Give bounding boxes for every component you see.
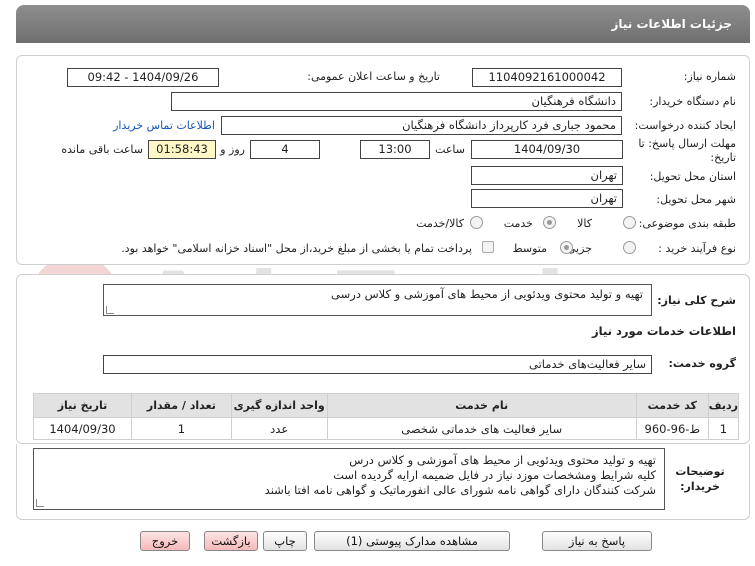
city-label: شهر محل تحویل:: [656, 193, 736, 206]
cell-row-number: 1: [707, 417, 740, 440]
category-radio-goods[interactable]: [623, 216, 636, 229]
exit-button[interactable]: خروج: [140, 531, 190, 551]
need-number-label: شماره نیاز:: [683, 70, 736, 83]
attachments-button[interactable]: مشاهده مدارک پیوستی (1): [314, 531, 510, 551]
category-option-goods: کالا: [577, 217, 592, 230]
buyer-org-label: نام دستگاه خریدار:: [649, 95, 736, 108]
deadline-label: مهلت ارسال پاسخ: تا تاریخ:: [638, 137, 736, 164]
announce-date-field: 1404/09/26 - 09:42: [67, 68, 219, 87]
col-header-need-date: تاریخ نیاز: [33, 393, 132, 418]
col-header-quantity: تعداد / مقدار: [130, 393, 232, 418]
summary-textarea: تهیه و تولید محتوی ویدئویی از محیط های آ…: [103, 284, 652, 316]
process-option-medium: متوسط: [512, 242, 547, 255]
category-radio-goods-service[interactable]: [470, 216, 483, 229]
category-option-service: خدمت: [503, 217, 533, 230]
category-option-goods-service: کالا/خدمت: [416, 217, 464, 230]
process-type-label: نوع فرآیند خرید :: [658, 242, 736, 255]
cell-quantity: 1: [130, 417, 232, 440]
creator-label: ایجاد کننده درخواست:: [634, 119, 736, 132]
remaining-time-field: 01:58:43: [148, 140, 216, 159]
process-radio-medium[interactable]: [560, 241, 573, 254]
service-group-label: گروه خدمت:: [668, 357, 736, 370]
need-number-field: 1104092161000042: [472, 68, 622, 87]
col-header-row-number: ردیف: [707, 393, 740, 418]
notes-resize-handle[interactable]: [36, 499, 44, 507]
col-header-unit: واحد اندازه گیری: [230, 393, 328, 418]
summary-resize-handle[interactable]: [106, 306, 114, 314]
contact-buyer-link[interactable]: اطلاعات تماس خریدار: [113, 119, 215, 132]
services-section-title: اطلاعات خدمات مورد نیاز: [592, 324, 736, 338]
summary-label: شرح کلی نیاز:: [657, 294, 736, 307]
cell-need-date: 1404/09/30: [33, 417, 132, 440]
cell-unit: عدد: [230, 417, 328, 440]
deadline-time-label: ساعت: [435, 143, 465, 156]
col-header-service-name: نام خدمت: [326, 393, 637, 418]
process-radio-minor[interactable]: [623, 241, 636, 254]
buyer-note-line-1: تهیه و تولید محتوی ویدئویی از محیط های آ…: [349, 453, 656, 467]
buyer-notes-textarea: تهیه و تولید محتوی ویدئویی از محیط های آ…: [33, 448, 665, 510]
buyer-note-line-3: شرکت کنندگان دارای گواهی نامه شورای عالی…: [264, 483, 656, 497]
table-header-row: ردیف کد خدمت نام خدمت واحد اندازه گیری ت…: [33, 393, 740, 418]
col-header-service-code: کد خدمت: [635, 393, 709, 418]
category-label: طبقه بندی موضوعی:: [638, 217, 736, 230]
services-table: ردیف کد خدمت نام خدمت واحد اندازه گیری ت…: [33, 393, 740, 440]
back-button[interactable]: بازگشت: [204, 531, 258, 551]
province-label: استان محل تحویل:: [649, 170, 736, 183]
category-radio-service[interactable]: [543, 216, 556, 229]
cell-service-code: ط-96-960: [635, 417, 709, 440]
deadline-date-field: 1404/09/30: [471, 140, 623, 159]
buyer-org-field: دانشگاه فرهنگیان: [171, 92, 622, 111]
province-field: تهران: [471, 166, 623, 185]
reply-button[interactable]: پاسخ به نیاز: [542, 531, 652, 551]
deadline-time-field: 13:00: [360, 140, 430, 159]
table-row: 1 ط-96-960 سایر فعالیت های خدماتی شخصی ع…: [33, 417, 740, 440]
city-field: تهران: [471, 189, 623, 208]
remaining-time-label: ساعت باقی مانده: [61, 143, 143, 156]
treasury-bonds-note: پرداخت تمام یا بخشی از مبلغ خرید،از محل …: [121, 242, 472, 255]
buyer-note-line-2: کلیه شرایط ومشخصات موزد نیاز در فایل ضمی…: [333, 468, 656, 482]
cell-service-name: سایر فعالیت های خدماتی شخصی: [326, 417, 637, 440]
page-title: جزئیات اطلاعات نیاز: [611, 17, 732, 31]
print-button[interactable]: چاپ: [263, 531, 307, 551]
service-group-field: سایر فعالیت‌های خدماتی: [103, 355, 652, 374]
page-title-bar: جزئیات اطلاعات نیاز: [16, 5, 750, 43]
creator-field: محمود جباری فرد کارپرداز دانشگاه فرهنگیا…: [221, 116, 622, 135]
buyer-notes-label: توضیحات خریدار:: [675, 465, 725, 493]
treasury-bonds-checkbox[interactable]: [482, 241, 494, 253]
days-remaining-field: 4: [250, 140, 320, 159]
announce-date-label: تاریخ و ساعت اعلان عمومی:: [307, 70, 440, 83]
days-label: روز و: [220, 143, 245, 156]
